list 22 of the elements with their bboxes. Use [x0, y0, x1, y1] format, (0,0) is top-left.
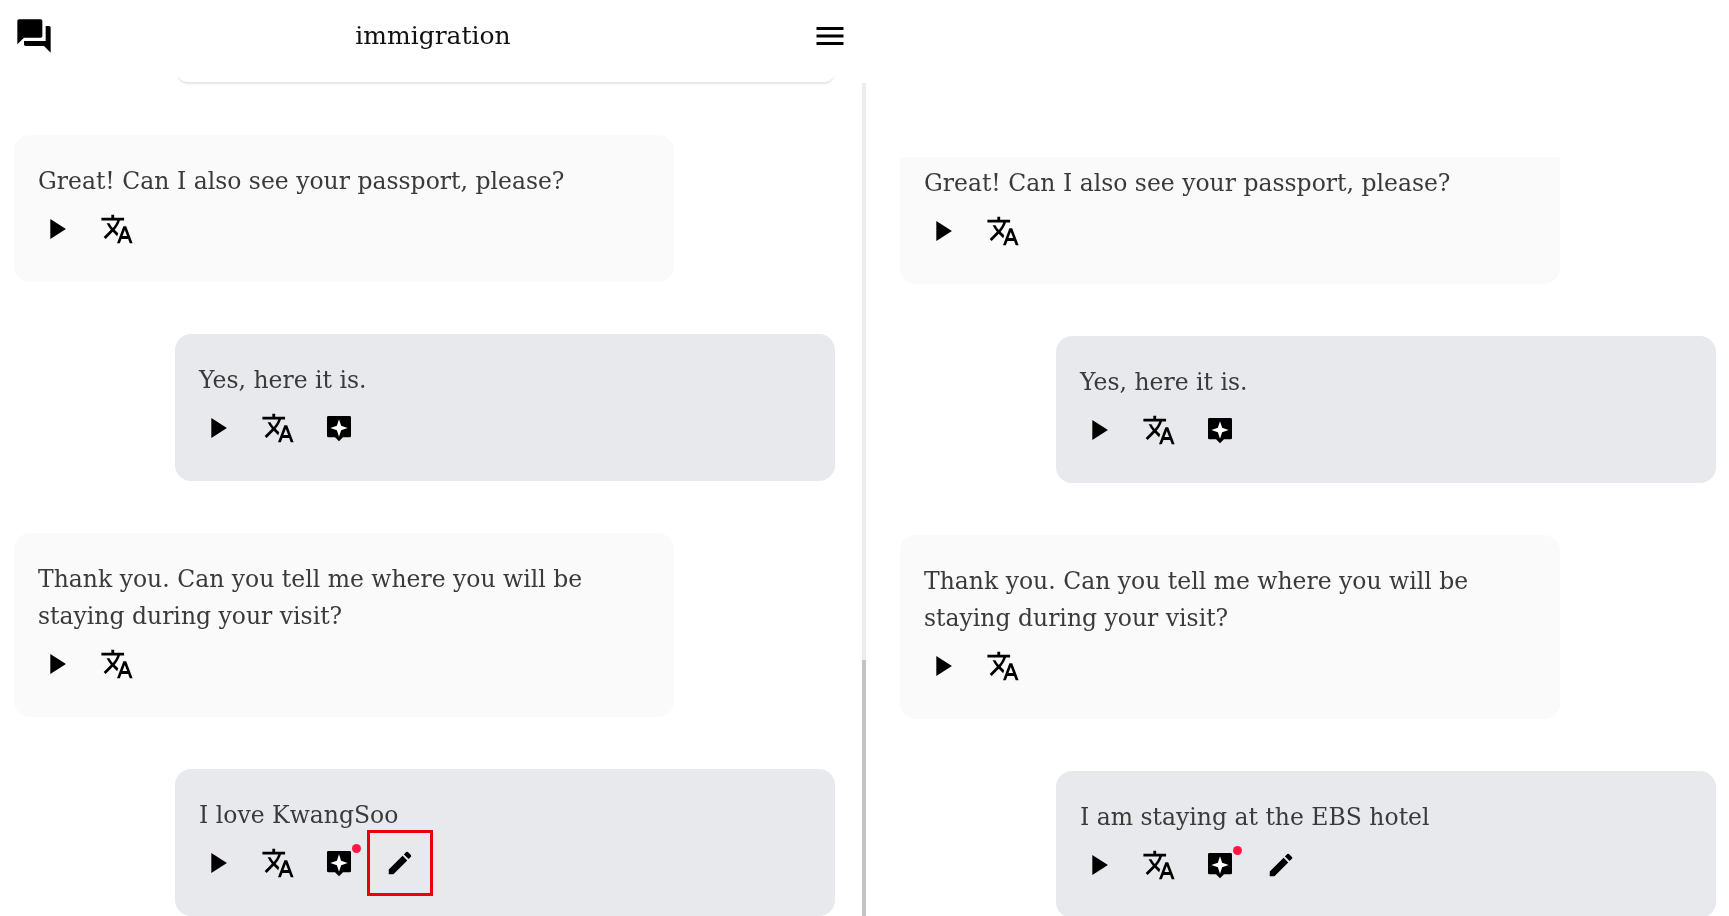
message-text: Yes, here it is. [199, 365, 368, 396]
message-text: Yes, here it is. [1080, 367, 1249, 398]
edit-button[interactable] [367, 830, 433, 896]
translate-icon [100, 647, 134, 681]
message-text: Great! Can I also see your passport, please? [924, 168, 1452, 199]
message-text: I am staying at the EBS hotel [1080, 802, 1431, 833]
translate-icon [1142, 848, 1176, 882]
scroll-thumb[interactable] [862, 660, 866, 916]
translate-icon [986, 649, 1020, 683]
message-text: I love KwangSoo [199, 800, 400, 831]
chat-title: immigration [355, 21, 511, 50]
translate-icon [986, 214, 1020, 248]
scrollbar[interactable] [862, 83, 866, 916]
message-text: Thank you. Can you tell me where you will be staying during your visit? [38, 564, 584, 632]
translate-icon [261, 846, 295, 880]
message-text: Great! Can I also see your passport, please? [38, 166, 566, 197]
notification-dot [352, 844, 361, 853]
message-text: Thank you. Can you tell me where you will be staying during your visit? [924, 566, 1470, 634]
translate-icon [261, 411, 295, 445]
translate-icon [100, 212, 134, 246]
notification-dot [1233, 846, 1242, 855]
translate-icon [1142, 413, 1176, 447]
